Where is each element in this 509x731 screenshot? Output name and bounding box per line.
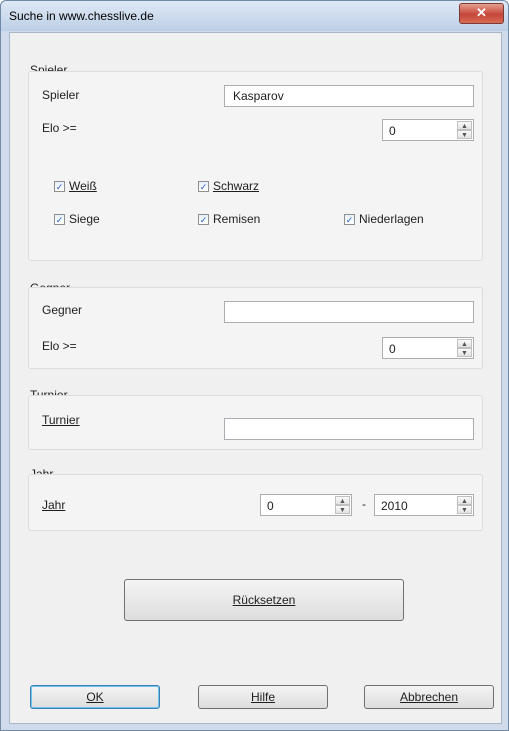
cancel-button-label: Abbrechen (399, 690, 459, 704)
dialog-window: Suche in www.chesslive.de ✕ Spieler Spie… (0, 0, 509, 731)
checkbox-siege-label: Siege (69, 212, 100, 226)
check-icon: ✓ (345, 214, 354, 225)
spin-down-icon[interactable]: ▼ (457, 348, 472, 357)
gegner-name-input[interactable] (224, 301, 474, 323)
ok-button[interactable]: OK (30, 685, 160, 709)
turnier-label: Turnier (42, 413, 80, 427)
spieler-elo-spinner[interactable]: 0 ▲ ▼ (382, 119, 474, 141)
gegner-name-label: Gegner (42, 303, 83, 317)
check-icon: ✓ (55, 181, 64, 192)
spieler-elo-label: Elo >= (42, 121, 77, 135)
jahr-to-value: 2010 (381, 499, 408, 513)
jahr-from-spinner[interactable]: 0 ▲ ▼ (260, 494, 352, 516)
cancel-button[interactable]: Abbrechen (364, 685, 494, 709)
checkbox-weiss[interactable]: ✓ Weiß (54, 179, 97, 193)
reset-button-label: Rücksetzen (232, 593, 296, 607)
checkbox-weiss-label: Weiß (69, 179, 97, 193)
checkbox-schwarz-box[interactable]: ✓ (198, 180, 209, 192)
spin-down-icon[interactable]: ▼ (457, 130, 472, 139)
ok-button-label: OK (86, 690, 104, 704)
spin-down-icon[interactable]: ▼ (457, 505, 472, 514)
gegner-elo-label: Elo >= (42, 339, 77, 353)
jahr-from-value: 0 (267, 499, 274, 513)
help-button-label: Hilfe (250, 690, 275, 704)
checkbox-remisen-box[interactable]: ✓ (198, 213, 209, 225)
checkbox-remisen-label: Remisen (213, 212, 261, 226)
checkbox-remisen[interactable]: ✓ Remisen (198, 212, 260, 226)
checkbox-siege-box[interactable]: ✓ (54, 213, 65, 225)
check-icon: ✓ (199, 214, 208, 225)
check-icon: ✓ (55, 214, 64, 225)
checkbox-schwarz[interactable]: ✓ Schwarz (198, 179, 259, 193)
dialog-client: Spieler Spieler Kasparov Elo >= 0 ▲ ▼ ✓ … (9, 32, 502, 724)
turnier-input[interactable] (224, 418, 474, 440)
gegner-elo-spinner[interactable]: 0 ▲ ▼ (382, 337, 474, 359)
checkbox-weiss-box[interactable]: ✓ (54, 180, 65, 192)
jahr-label: Jahr (42, 498, 66, 512)
check-icon: ✓ (199, 181, 208, 192)
spieler-name-input[interactable]: Kasparov (224, 85, 474, 107)
spin-up-icon[interactable]: ▲ (457, 339, 472, 348)
close-icon: ✕ (476, 5, 487, 20)
spin-up-icon[interactable]: ▲ (457, 121, 472, 130)
checkbox-niederlagen[interactable]: ✓ Niederlagen (344, 212, 424, 226)
checkbox-siege[interactable]: ✓ Siege (54, 212, 100, 226)
gegner-elo-value: 0 (389, 342, 396, 356)
spin-up-icon[interactable]: ▲ (457, 496, 472, 505)
spin-up-icon[interactable]: ▲ (335, 496, 350, 505)
reset-button[interactable]: Rücksetzen (124, 579, 404, 621)
checkbox-niederlagen-box[interactable]: ✓ (344, 213, 355, 225)
title-bar[interactable]: Suche in www.chesslive.de ✕ (1, 1, 508, 31)
jahr-to-spinner[interactable]: 2010 ▲ ▼ (374, 494, 474, 516)
jahr-range-separator: - (362, 497, 366, 511)
checkbox-schwarz-label: Schwarz (213, 179, 260, 193)
help-button[interactable]: Hilfe (198, 685, 328, 709)
spieler-name-label: Spieler (42, 88, 80, 102)
spieler-elo-value: 0 (389, 124, 396, 138)
checkbox-niederlagen-label: Niederlagen (359, 212, 424, 226)
spin-down-icon[interactable]: ▼ (335, 505, 350, 514)
window-title: Suche in www.chesslive.de (9, 9, 154, 23)
close-button[interactable]: ✕ (459, 3, 504, 24)
